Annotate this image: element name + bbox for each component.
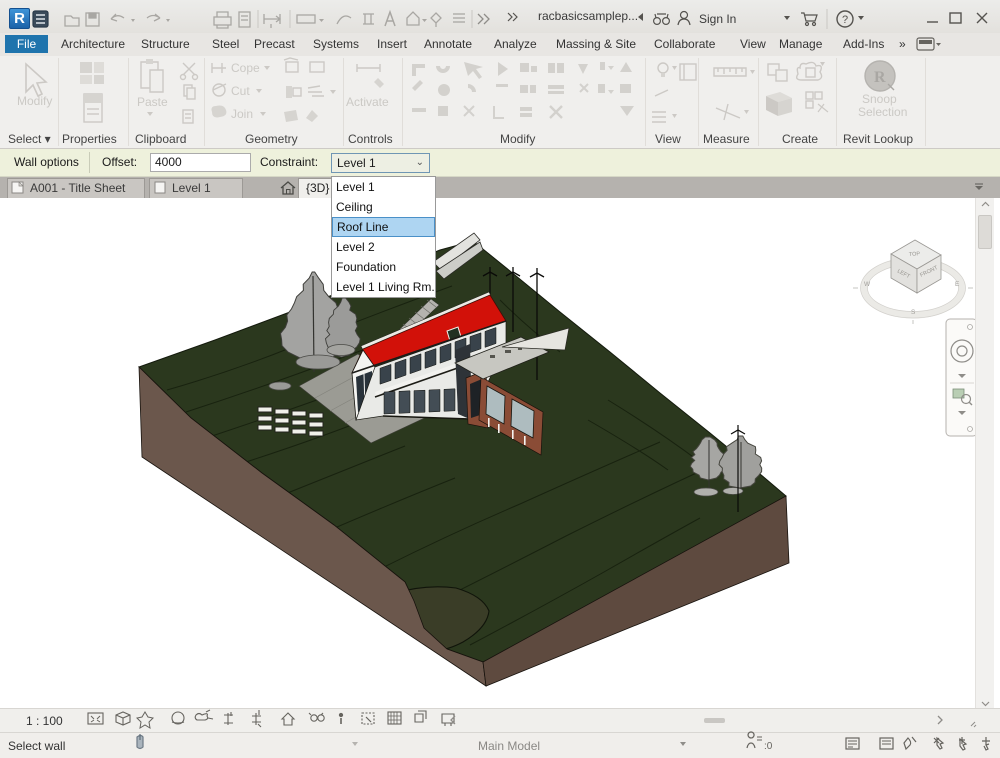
svg-text:S: S — [911, 309, 916, 316]
svg-text:W: W — [864, 281, 871, 288]
svg-text:TOP: TOP — [909, 251, 921, 258]
svg-text:E: E — [955, 281, 960, 288]
